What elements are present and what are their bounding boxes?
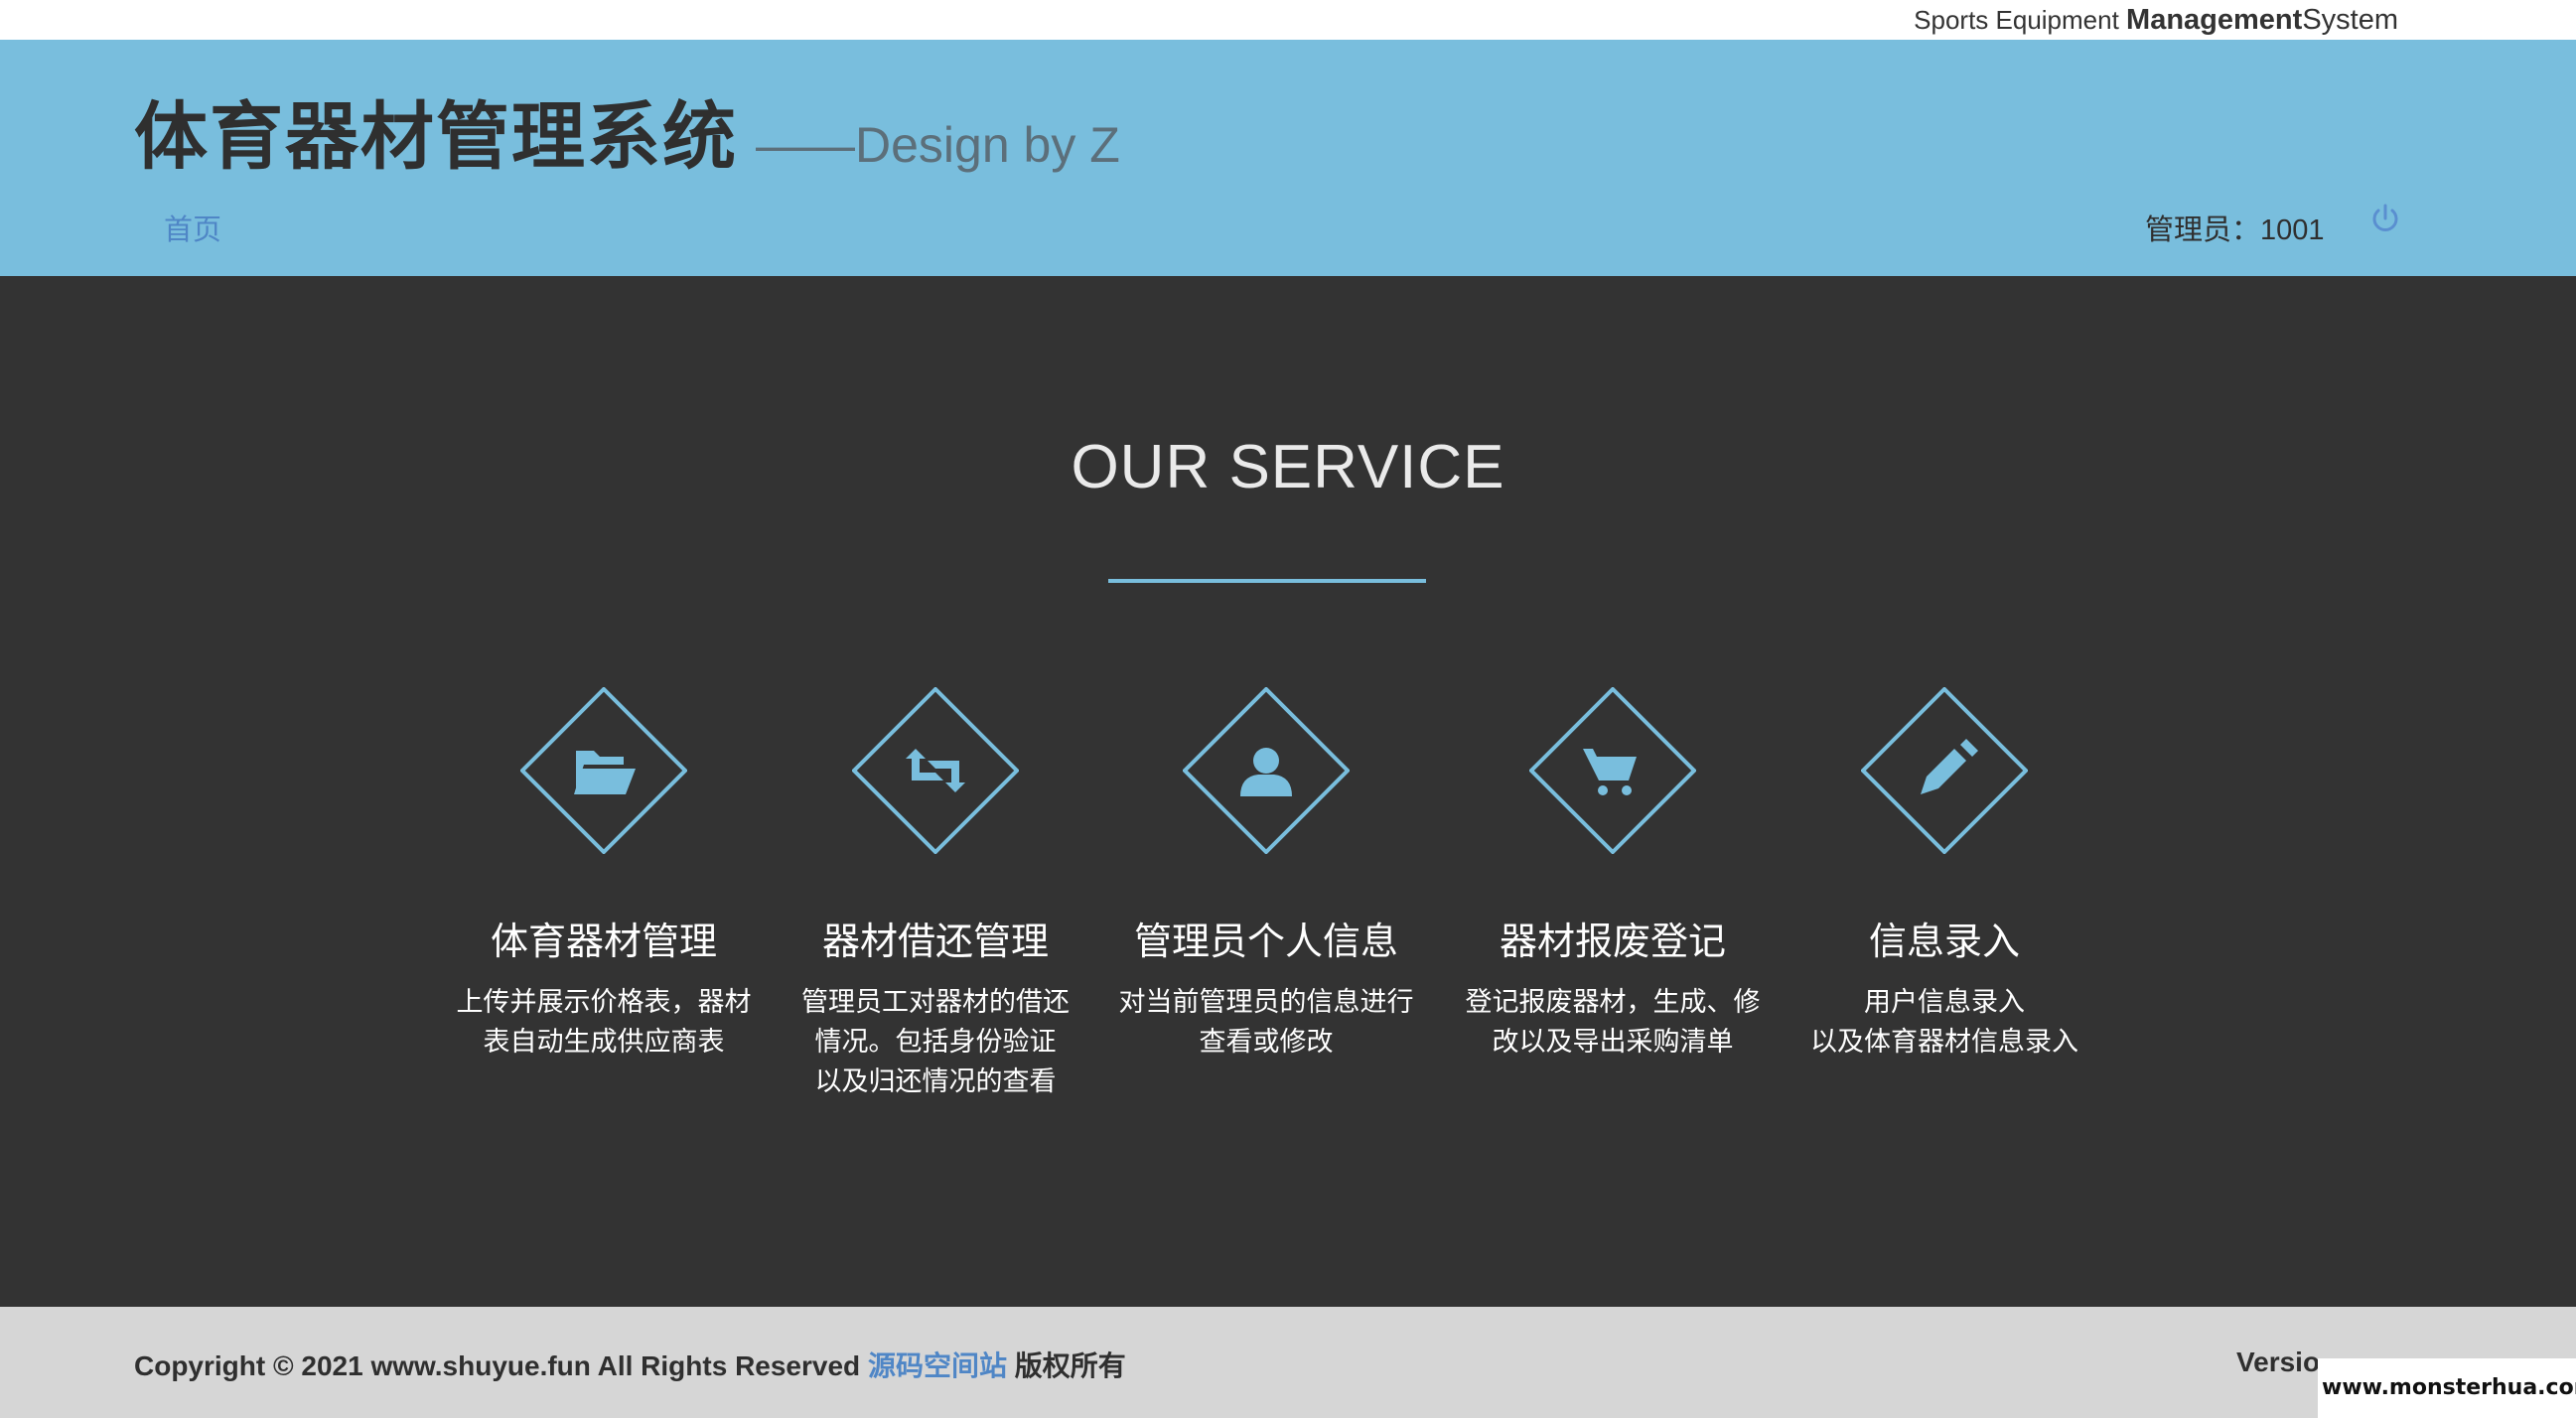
service-description: 登记报废器材，生成、修 改以及导出采购清单	[1454, 983, 1772, 1063]
tagline-bold: Management	[2126, 4, 2303, 36]
copyright-prefix: Copyright © 2021 www.shuyue.fun All Righ…	[134, 1350, 868, 1381]
service-name: 器材借还管理	[821, 920, 1049, 963]
service-description: 上传并展示价格表，器材 表自动生成供应商表	[445, 983, 763, 1063]
service-description-line: 以及体育器材信息录入	[1810, 1027, 2078, 1058]
service-description-line: 上传并展示价格表，器材	[456, 987, 752, 1018]
header: 体育器材管理系统 ——Design by Z 首页 管理员：1001	[0, 40, 2576, 276]
footer: Copyright © 2021 www.shuyue.fun All Righ…	[0, 1307, 2576, 1418]
brand: 体育器材管理系统 ——Design by Z	[134, 77, 1120, 184]
nav-home-link[interactable]: 首页	[164, 207, 221, 248]
service-description-line: 登记报废器材，生成、修	[1465, 987, 1761, 1018]
service-name: 体育器材管理	[490, 920, 717, 963]
service-card[interactable]: 管理员个人信息对当前管理员的信息进行 查看或修改	[1097, 687, 1435, 1144]
service-name: 信息录入	[1868, 920, 2020, 963]
site-subtitle: ——Design by Z	[756, 117, 1120, 173]
pencil-icon	[1921, 739, 1978, 794]
copyright-link[interactable]: 源码空间站	[868, 1350, 1007, 1381]
retweet-icon	[906, 749, 965, 792]
service-card[interactable]: 器材报废登记登记报废器材，生成、修 改以及导出采购清单	[1444, 687, 1782, 1144]
services-section: OUR SERVICE 体育器材管理 上传并展示价格表，器材 表自动生成供应商表 器材…	[0, 276, 2576, 1307]
section-divider	[1108, 579, 1426, 583]
copyright: Copyright © 2021 www.shuyue.fun All Righ…	[134, 1345, 1126, 1384]
service-description-line: 表自动生成供应商表	[483, 1027, 725, 1058]
folder-open-diamond	[520, 687, 687, 854]
shopping-cart-diamond	[1529, 687, 1696, 854]
system-tagline: Sports Equipment ManagementSystem	[1914, 4, 2398, 37]
service-description-line: 以及归还情况的查看	[814, 1066, 1057, 1097]
service-description-line: 改以及导出采购清单	[1492, 1027, 1734, 1058]
user-diamond	[1183, 687, 1350, 854]
service-description: 管理员工对器材的借还 情况。包括身份验证 以及归还情况的查看	[777, 983, 1094, 1102]
user-icon	[1240, 748, 1292, 796]
version-label: Versio	[2236, 1347, 2321, 1377]
service-card[interactable]: 体育器材管理上传并展示价格表，器材 表自动生成供应商表	[435, 687, 773, 1144]
pencil-diamond	[1861, 687, 2028, 854]
service-description-line: 查看或修改	[1199, 1027, 1334, 1058]
tagline-prefix: Sports Equipment	[1914, 5, 2127, 35]
service-card[interactable]: 器材借还管理管理员工对器材的借还 情况。包括身份验证 以及归还情况的查看	[767, 687, 1104, 1144]
shopping-cart-icon	[1583, 749, 1637, 795]
section-title: OUR SERVICE	[1071, 433, 1505, 501]
admin-label: 管理员：1001	[2145, 214, 2325, 246]
service-name: 器材报废登记	[1499, 920, 1726, 963]
power-icon[interactable]	[2368, 203, 2402, 236]
top-bar: Sports Equipment ManagementSystem	[0, 0, 2576, 40]
folder-open-icon	[574, 751, 636, 794]
tagline-suffix: System	[2302, 4, 2398, 36]
service-description: 对当前管理员的信息进行 查看或修改	[1107, 983, 1425, 1063]
service-description: 用户信息录入以及体育器材信息录入	[1786, 983, 2103, 1063]
site-title: 体育器材管理系统	[134, 94, 738, 180]
service-description-line: 对当前管理员的信息进行	[1118, 987, 1414, 1018]
copyright-suffix: 版权所有	[1006, 1350, 1126, 1381]
service-card[interactable]: 信息录入用户信息录入以及体育器材信息录入	[1776, 687, 2113, 1144]
service-name: 管理员个人信息	[1133, 920, 1398, 963]
watermark: www.monsterhua.com	[2318, 1358, 2576, 1418]
service-description-line: 管理员工对器材的借还	[801, 987, 1070, 1018]
retweet-diamond	[852, 687, 1019, 854]
service-description-line: 情况。包括身份验证	[814, 1027, 1057, 1058]
service-description-line: 用户信息录入	[1864, 987, 2025, 1018]
